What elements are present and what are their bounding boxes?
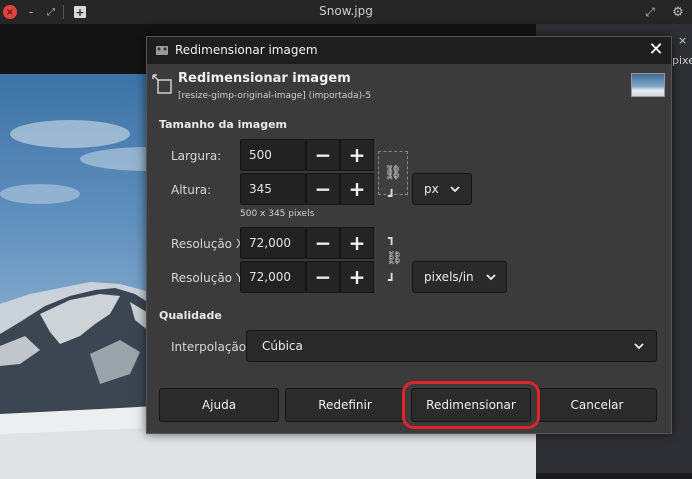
res-y-value: 72,000 [249, 270, 291, 284]
title-bar: × - ⤢ + Snow.jpg ⤢ ⚙ [0, 0, 692, 24]
resolution-unit-select[interactable]: pixels/in [412, 261, 507, 293]
res-x-input[interactable]: 72,000 [240, 227, 306, 259]
image-thumbnail [631, 73, 665, 97]
resize-dialog: Redimensionar imagem ✕ Redimensionar ima… [146, 36, 672, 434]
image-identifier: [resize-gimp-original-image] (importada)… [178, 91, 372, 101]
resolution-unit-value: pixels/in [424, 270, 474, 284]
image-size-heading: Tamanho da imagem [159, 118, 288, 131]
height-value: 345 [249, 182, 272, 196]
reset-button[interactable]: Redefinir [285, 388, 405, 422]
res-y-increase-button[interactable]: + [340, 261, 374, 293]
res-chain-bracket-bottom: ┛ [388, 273, 396, 287]
width-input[interactable]: 500 [240, 139, 306, 171]
chain-link-icon: ⛓ [384, 165, 402, 181]
size-pixels-note: 500 x 345 pixels [240, 209, 315, 219]
gimp-icon [155, 43, 169, 57]
res-y-input[interactable]: 72,000 [240, 261, 306, 293]
dialog-close-button[interactable]: ✕ [647, 39, 665, 61]
help-button[interactable]: Ajuda [159, 388, 279, 422]
res-x-value: 72,000 [249, 236, 291, 250]
panel-label: pixels [672, 54, 692, 67]
interpolation-select[interactable]: Cúbica [246, 330, 657, 362]
fullscreen-button[interactable]: ⤢ [643, 3, 657, 21]
res-chain-toggle[interactable]: ⛓ [386, 251, 403, 266]
res-x-increase-button[interactable]: + [340, 227, 374, 259]
interpolation-value: Cúbica [262, 339, 303, 353]
resize-button-highlight [402, 381, 540, 429]
width-increase-button[interactable]: + [340, 139, 374, 171]
width-value: 500 [249, 148, 272, 162]
gear-icon: ⚙ [672, 4, 684, 20]
dialog-titlebar: Redimensionar imagem ✕ [147, 37, 671, 64]
height-increase-button[interactable]: + [340, 173, 374, 205]
expand-icon: ⤢ [645, 4, 655, 19]
width-label: Largura: [171, 149, 222, 163]
height-input[interactable]: 345 [240, 173, 306, 205]
chain-bracket-bottom: ┛ [388, 189, 396, 203]
height-label: Altura: [171, 183, 212, 197]
settings-button[interactable]: ⚙ [671, 3, 685, 21]
res-x-decrease-button[interactable]: − [306, 227, 340, 259]
dialog-title: Redimensionar imagem [175, 43, 318, 57]
panel-close-icon[interactable]: × [678, 34, 687, 47]
window-title: Snow.jpg [319, 4, 373, 18]
broken-chain-icon: ⛓ [386, 251, 403, 266]
cancel-button[interactable]: Cancelar [537, 388, 657, 422]
height-decrease-button[interactable]: − [306, 173, 340, 205]
res-y-decrease-button[interactable]: − [306, 261, 340, 293]
size-unit-value: px [424, 182, 439, 196]
quality-heading: Qualidade [159, 309, 222, 322]
res-y-label: Resolução Y: [171, 271, 246, 285]
resize-icon [151, 73, 173, 95]
chevron-down-icon [633, 337, 645, 358]
interpolation-label: Interpolação: [171, 340, 251, 354]
width-decrease-button[interactable]: − [306, 139, 340, 171]
chevron-down-icon [449, 180, 461, 201]
size-unit-select[interactable]: px [412, 173, 472, 205]
dialog-header-title: Redimensionar imagem [178, 71, 351, 86]
chevron-down-icon [485, 268, 497, 289]
res-chain-bracket-top: ┓ [388, 231, 396, 245]
res-x-label: Resolução X: [171, 237, 249, 251]
